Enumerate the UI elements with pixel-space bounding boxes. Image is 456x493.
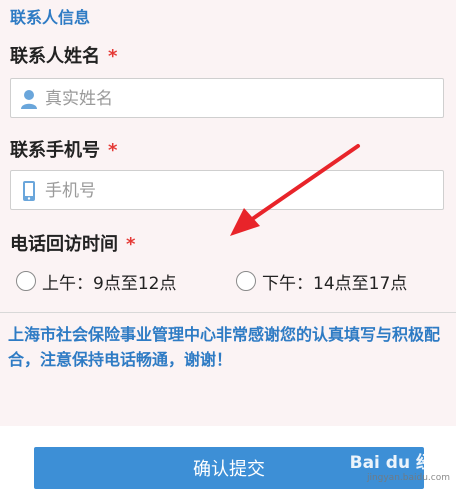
red-arrow-annotation bbox=[230, 144, 360, 236]
